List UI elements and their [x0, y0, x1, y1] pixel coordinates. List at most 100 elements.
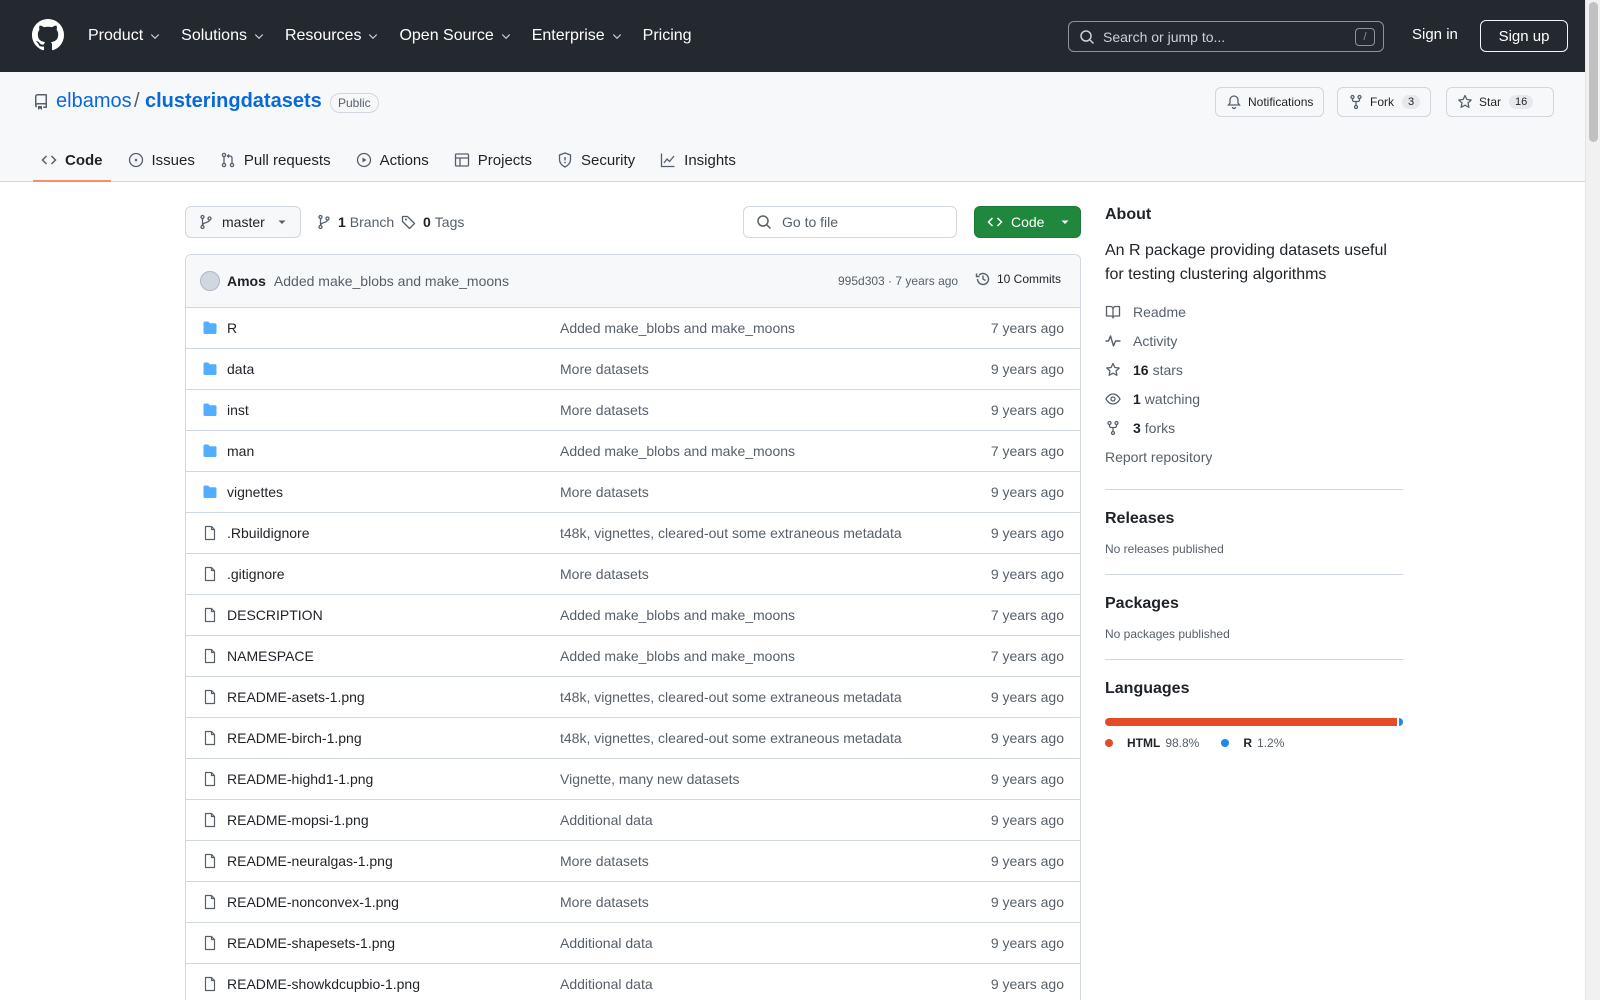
file-commit-message-link[interactable]: More datasets — [560, 361, 649, 377]
file-name-link[interactable]: DESCRIPTION — [227, 607, 323, 623]
tab-issues[interactable]: Issues — [120, 138, 203, 182]
file-commit-message-link[interactable]: Added make_blobs and make_moons — [560, 320, 795, 336]
file-commit-message-link[interactable]: Added make_blobs and make_moons — [560, 648, 795, 664]
avatar[interactable] — [200, 271, 220, 291]
repo-name-link[interactable]: clusteringdatasets — [145, 90, 322, 113]
file-name-link[interactable]: README-shapesets-1.png — [227, 935, 395, 951]
releases-heading[interactable]: Releases — [1105, 510, 1403, 528]
file-name-link[interactable]: man — [227, 443, 254, 459]
readme-link[interactable]: Readme — [1105, 297, 1403, 326]
tab-insights[interactable]: Insights — [652, 138, 744, 182]
table-row[interactable]: README-showkdcupbio-1.png Additional data… — [186, 964, 1080, 1000]
table-row[interactable]: README-highd1-1.png Vignette, many new da… — [186, 759, 1080, 800]
latest-commit-bar: Amos Added make_blobs and make_moons 995… — [186, 255, 1080, 308]
repo-owner-link[interactable]: elbamos — [56, 90, 132, 113]
sign-in-link[interactable]: Sign in — [1412, 26, 1458, 43]
language-html[interactable]: HTML 98.8% — [1105, 736, 1199, 750]
table-row[interactable]: README-asets-1.png t48k, vignettes, clear… — [186, 677, 1080, 718]
file-name-link[interactable]: README-asets-1.png — [227, 689, 365, 705]
file-commit-message-link[interactable]: Added make_blobs and make_moons — [560, 443, 795, 459]
file-name-link[interactable]: .gitignore — [227, 566, 285, 582]
file-name-link[interactable]: README-nonconvex-1.png — [227, 894, 399, 910]
nav-enterprise[interactable]: Enterprise — [532, 27, 623, 45]
table-row[interactable]: R Added make_blobs and make_moons 7 years … — [186, 308, 1080, 349]
file-commit-message-link[interactable]: t48k, vignettes, cleared-out some extran… — [560, 730, 902, 746]
language-color-dot — [1221, 739, 1230, 747]
forks-link[interactable]: 3 forks — [1105, 413, 1403, 442]
page-scrollbar[interactable] — [1585, 0, 1600, 1000]
table-row[interactable]: NAMESPACE Added make_blobs and make_moons… — [186, 636, 1080, 677]
file-name-link[interactable]: .Rbuildignore — [227, 525, 310, 541]
file-name-link[interactable]: README-showkdcupbio-1.png — [227, 976, 420, 992]
file-name-link[interactable]: inst — [227, 402, 249, 418]
table-row[interactable]: vignettes More datasets 9 years ago — [186, 472, 1080, 513]
nav-solutions[interactable]: Solutions — [181, 27, 265, 45]
tab-security[interactable]: Security — [549, 138, 643, 182]
file-commit-message-link[interactable]: Added make_blobs and make_moons — [560, 607, 795, 623]
tab-code[interactable]: Code — [33, 138, 111, 182]
file-commit-message-link[interactable]: More datasets — [560, 853, 649, 869]
packages-heading[interactable]: Packages — [1105, 595, 1403, 613]
star-button[interactable]: Star 16 — [1446, 87, 1554, 117]
file-name-link[interactable]: README-mopsi-1.png — [227, 812, 369, 828]
tab-projects[interactable]: Projects — [446, 138, 540, 182]
caret-down-icon — [1061, 220, 1069, 224]
language-r[interactable]: R 1.2% — [1221, 736, 1284, 750]
activity-link[interactable]: Activity — [1105, 326, 1403, 355]
table-row[interactable]: inst More datasets 9 years ago — [186, 390, 1080, 431]
file-commit-message-link[interactable]: More datasets — [560, 484, 649, 500]
scrollbar-thumb[interactable] — [1589, 2, 1598, 142]
code-dropdown-button[interactable]: Code — [974, 206, 1081, 238]
file-commit-message-link[interactable]: More datasets — [560, 894, 649, 910]
nav-pricing[interactable]: Pricing — [643, 27, 692, 45]
commit-author[interactable]: Amos — [227, 273, 266, 289]
tab-actions[interactable]: Actions — [348, 138, 437, 182]
file-name-link[interactable]: data — [227, 361, 254, 377]
file-name-link[interactable]: README-neuralgas-1.png — [227, 853, 393, 869]
nav-product[interactable]: Product — [88, 27, 161, 45]
tags-link[interactable]: 0 Tags — [401, 214, 464, 230]
watching-link[interactable]: 1 watching — [1105, 384, 1403, 413]
table-row[interactable]: man Added make_blobs and make_moons 7 year… — [186, 431, 1080, 472]
table-row[interactable]: DESCRIPTION Added make_blobs and make_moo… — [186, 595, 1080, 636]
sign-up-button[interactable]: Sign up — [1480, 20, 1568, 52]
file-name-link[interactable]: vignettes — [227, 484, 283, 500]
go-to-file-input[interactable]: Go to file — [743, 206, 957, 238]
file-commit-message-link[interactable]: t48k, vignettes, cleared-out some extran… — [560, 525, 902, 541]
file-commit-message-link[interactable]: Additional data — [560, 935, 653, 951]
file-commit-message-link[interactable]: More datasets — [560, 402, 649, 418]
file-commit-message-link[interactable]: More datasets — [560, 566, 649, 582]
branch-select-button[interactable]: master — [185, 206, 301, 238]
file-commit-message-link[interactable]: Vignette, many new datasets — [560, 771, 740, 787]
table-row[interactable]: data More datasets 9 years ago — [186, 349, 1080, 390]
fork-button[interactable]: Fork 3 — [1337, 87, 1432, 117]
table-row[interactable]: README-nonconvex-1.png More datasets 9 yea… — [186, 882, 1080, 923]
table-row[interactable]: README-birch-1.png t48k, vignettes, clear… — [186, 718, 1080, 759]
file-name-link[interactable]: NAMESPACE — [227, 648, 314, 664]
table-row[interactable]: README-shapesets-1.png Additional data 9 y… — [186, 923, 1080, 964]
file-name-link[interactable]: README-highd1-1.png — [227, 771, 373, 787]
table-row[interactable]: .gitignore More datasets 9 years ago — [186, 554, 1080, 595]
nav-open-source[interactable]: Open Source — [399, 27, 511, 45]
file-commit-message-link[interactable]: Additional data — [560, 812, 653, 828]
file-table: Amos Added make_blobs and make_moons 995… — [185, 254, 1081, 1000]
stars-link[interactable]: 16 stars — [1105, 355, 1403, 384]
global-search-input[interactable]: Search or jump to... / — [1068, 21, 1384, 52]
github-logo-icon[interactable] — [32, 19, 64, 51]
tab-code-label: Code — [65, 151, 103, 169]
commit-hash-and-age[interactable]: 995d303 · 7 years ago — [838, 274, 958, 288]
table-row[interactable]: .Rbuildignore t48k, vignettes, cleared-ou… — [186, 513, 1080, 554]
file-commit-message-link[interactable]: Additional data — [560, 976, 653, 992]
table-row[interactable]: README-mopsi-1.png Additional data 9 years… — [186, 800, 1080, 841]
file-commit-message-link[interactable]: t48k, vignettes, cleared-out some extran… — [560, 689, 902, 705]
file-name-link[interactable]: README-birch-1.png — [227, 730, 362, 746]
report-repository-link[interactable]: Report repository — [1105, 442, 1403, 471]
commit-message[interactable]: Added make_blobs and make_moons — [274, 273, 509, 289]
tab-pull-requests[interactable]: Pull requests — [212, 138, 339, 182]
table-row[interactable]: README-neuralgas-1.png More datasets 9 yea… — [186, 841, 1080, 882]
commits-history-link[interactable]: 10 Commits — [975, 271, 1061, 287]
notifications-button[interactable]: Notifications — [1215, 87, 1325, 117]
file-name-link[interactable]: R — [227, 320, 237, 336]
nav-resources[interactable]: Resources — [285, 27, 379, 45]
branches-link[interactable]: 1 Branch — [316, 214, 394, 230]
